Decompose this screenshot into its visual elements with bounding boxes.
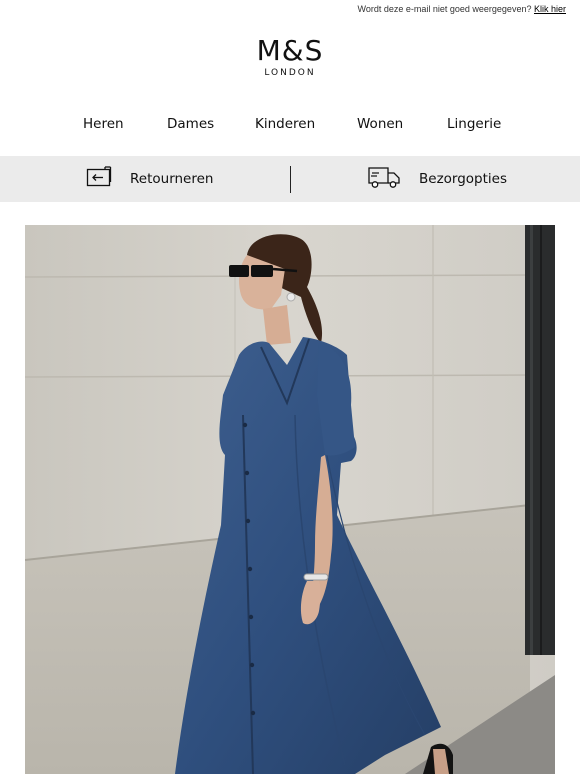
- nav-item-lingerie[interactable]: Lingerie: [447, 116, 501, 132]
- nav-item-kinderen[interactable]: Kinderen: [255, 116, 315, 132]
- delivery-label: Bezorgopties: [419, 171, 508, 187]
- nav-item-wonen[interactable]: Wonen: [357, 116, 403, 132]
- service-bar: Retourneren Bezorgopties: [0, 156, 580, 202]
- delivery-options-link[interactable]: Bezorgopties: [367, 156, 507, 202]
- nav-item-heren[interactable]: Heren: [83, 116, 124, 132]
- returns-link[interactable]: Retourneren: [86, 156, 213, 202]
- hero-image[interactable]: [25, 225, 555, 774]
- preheader: Wordt deze e-mail niet goed weergegeven?…: [358, 4, 566, 14]
- delivery-truck-icon: [367, 165, 401, 194]
- returns-label: Retourneren: [130, 171, 214, 187]
- main-nav: Heren Dames Kinderen Wonen Lingerie: [0, 116, 580, 138]
- brand-logo[interactable]: M&S LONDON: [0, 34, 580, 79]
- nav-item-dames[interactable]: Dames: [167, 116, 214, 132]
- logo-wordmark: M&S: [256, 34, 324, 67]
- returns-icon: [86, 165, 112, 193]
- logo-subtitle: LONDON: [264, 68, 316, 78]
- view-online-link[interactable]: Klik hier: [534, 4, 566, 14]
- service-divider: [290, 166, 291, 193]
- preheader-text: Wordt deze e-mail niet goed weergegeven?: [357, 4, 532, 14]
